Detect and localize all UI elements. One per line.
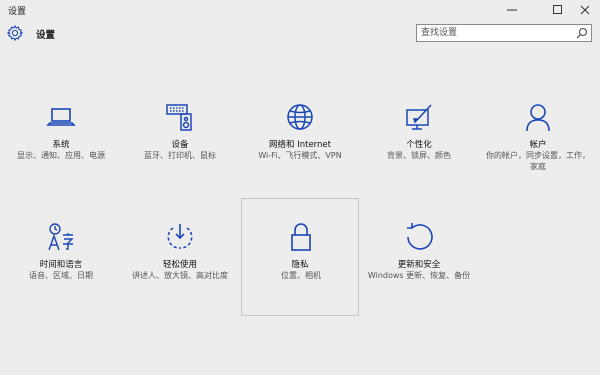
category-description: 讲述人、放大镜、高对比度	[132, 271, 228, 280]
settings-header: 设置	[0, 22, 600, 48]
category-description: 你的帐户，同步设置，工作，家庭	[486, 151, 590, 171]
window-title: 设置	[8, 7, 27, 17]
category-description: 位置、相机	[281, 271, 321, 280]
category-label: 个性化	[406, 140, 432, 150]
keyboard-speaker-icon	[165, 102, 195, 132]
category-description: 显示、通知、应用、电源	[17, 151, 105, 160]
close-button[interactable]	[570, 0, 600, 20]
minimize-icon	[507, 9, 517, 11]
category-system[interactable]: 系统 显示、通知、应用、电源	[2, 102, 120, 220]
update-arrow-icon	[404, 222, 434, 252]
globe-icon	[285, 102, 315, 132]
category-description: Wi-Fi、飞行模式、VPN	[258, 151, 342, 160]
close-icon	[580, 5, 590, 15]
search-icon[interactable]	[576, 27, 588, 39]
maximize-icon	[553, 5, 562, 14]
category-privacy[interactable]: 隐私 位置、相机	[241, 198, 359, 316]
maximize-button[interactable]	[543, 0, 573, 20]
gear-icon	[6, 24, 24, 42]
category-devices[interactable]: 设备 蓝牙、打印机、鼠标	[121, 102, 239, 220]
category-label: 帐户	[529, 140, 547, 150]
paint-screen-icon	[404, 102, 434, 132]
laptop-icon	[46, 102, 76, 132]
minimize-button[interactable]	[497, 0, 527, 20]
time-language-icon	[46, 222, 76, 252]
category-label: 时间和语言	[39, 260, 83, 270]
category-label: 轻松使用	[162, 260, 197, 270]
category-description: 语音、区域、日期	[29, 271, 93, 280]
category-label: 隐私	[291, 260, 309, 270]
category-label: 系统	[52, 140, 70, 150]
category-description: Windows 更新、恢复、备份	[367, 271, 471, 280]
category-label: 网络和 Internet	[269, 140, 331, 150]
category-update-security[interactable]: 更新和安全 Windows 更新、恢复、备份	[360, 222, 478, 340]
page-title: 设置	[36, 30, 56, 41]
lock-icon	[286, 222, 316, 252]
search-box[interactable]	[416, 24, 592, 42]
category-label: 更新和安全	[397, 260, 441, 270]
search-input[interactable]	[421, 25, 571, 41]
ease-of-access-icon	[165, 222, 195, 252]
category-time-language[interactable]: 时间和语言 语音、区域、日期	[2, 222, 120, 340]
category-personalization[interactable]: 个性化 背景、锁屏、颜色	[360, 102, 478, 220]
category-label: 设备	[171, 140, 189, 150]
category-ease-of-access[interactable]: 轻松使用 讲述人、放大镜、高对比度	[121, 222, 239, 340]
category-description: 背景、锁屏、颜色	[387, 151, 451, 160]
title-bar: 设置	[0, 0, 600, 20]
category-accounts[interactable]: 帐户 你的帐户，同步设置，工作，家庭	[479, 102, 597, 220]
person-icon	[523, 102, 553, 132]
category-description: 蓝牙、打印机、鼠标	[144, 151, 216, 160]
